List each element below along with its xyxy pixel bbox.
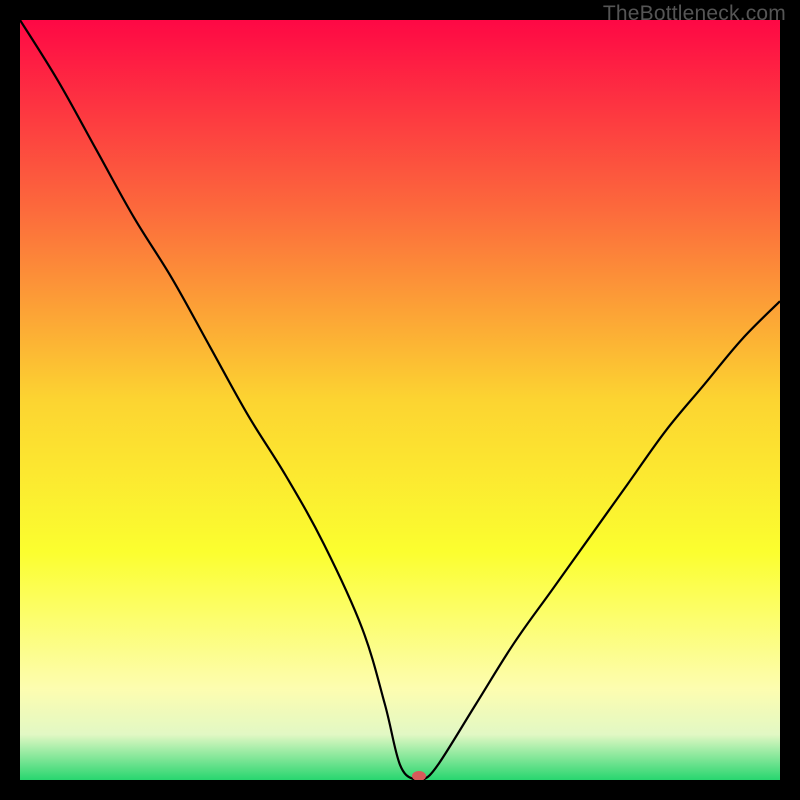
chart-root: TheBottleneck.com <box>0 0 800 800</box>
plot-area <box>20 20 780 780</box>
gradient-rect <box>20 20 780 780</box>
watermark-label: TheBottleneck.com <box>603 2 786 26</box>
chart-svg <box>20 20 780 780</box>
